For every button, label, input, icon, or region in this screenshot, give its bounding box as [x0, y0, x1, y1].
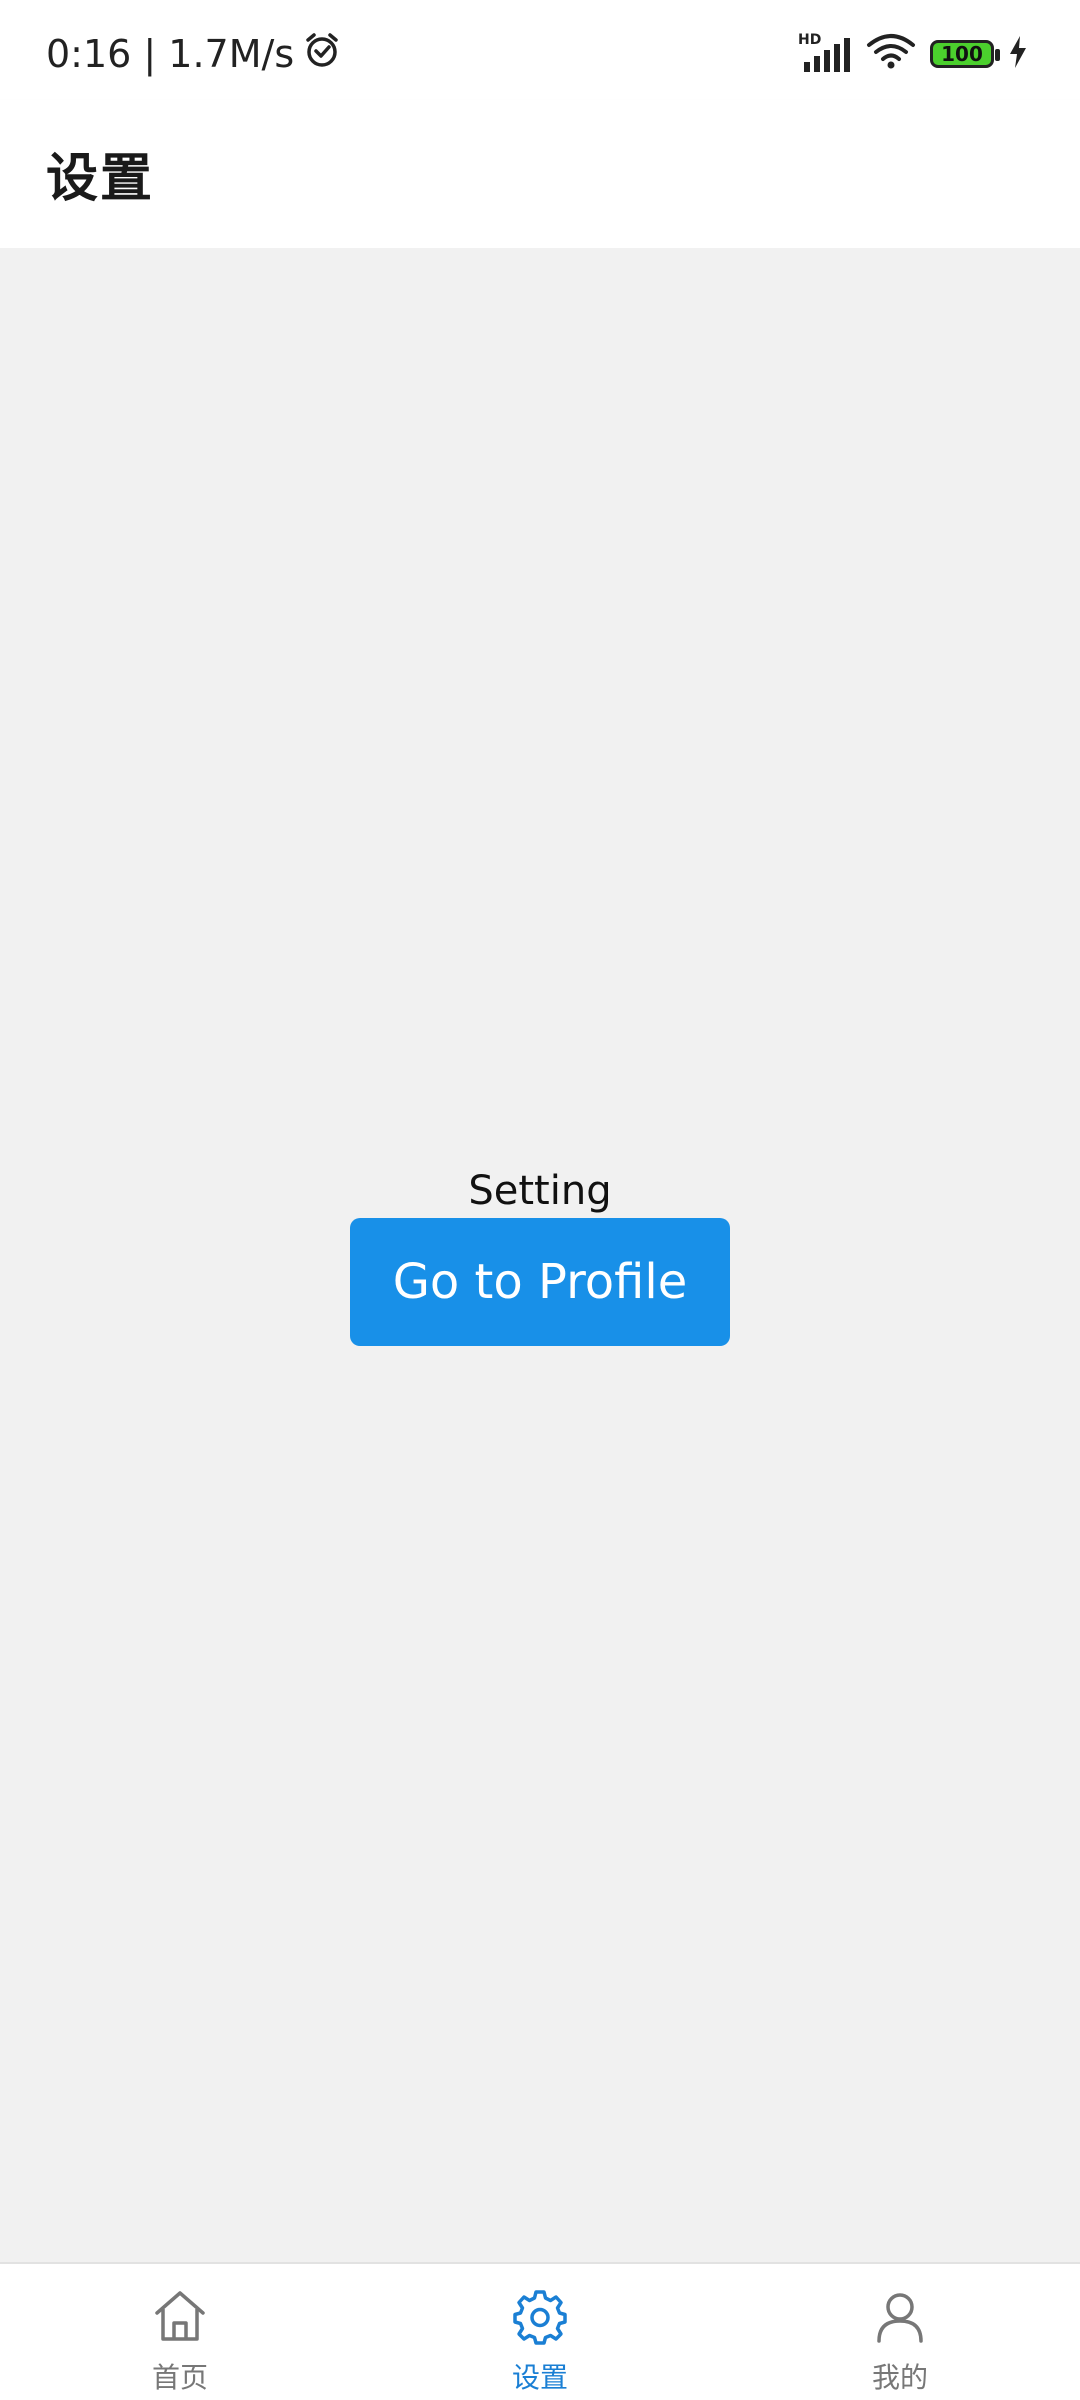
profile-icon — [870, 2286, 930, 2346]
nav-label-settings: 设置 — [511, 2361, 568, 2394]
nav-item-profile[interactable]: 我的 — [720, 2264, 1080, 2400]
status-right: HD 100 — [798, 28, 1028, 80]
battery-tip — [995, 49, 1000, 61]
app-header: 设置 — [0, 100, 1080, 248]
bottom-nav: 首页 设置 我的 — [0, 2262, 1080, 2400]
nav-item-settings[interactable]: 设置 — [360, 2264, 720, 2400]
wifi-icon — [866, 32, 916, 76]
home-icon — [150, 2286, 210, 2346]
status-bar: 0:16 | 1.7M/s HD 100 — [0, 0, 1080, 100]
signal-icon: HD — [798, 32, 852, 74]
nav-item-home[interactable]: 首页 — [0, 2264, 360, 2400]
battery-icon: 100 — [930, 40, 1000, 68]
alarm-icon — [302, 30, 342, 79]
go-to-profile-button[interactable]: Go to Profile — [350, 1218, 730, 1346]
main-content: Setting Go to Profile — [0, 248, 1080, 2262]
setting-label: Setting — [468, 1168, 612, 1214]
charging-icon — [1008, 35, 1028, 73]
nav-label-home: 首页 — [151, 2361, 208, 2394]
time-speed-text: 0:16 | 1.7M/s — [46, 32, 295, 76]
battery-level-text: 100 — [941, 42, 983, 66]
page-title: 设置 — [46, 149, 155, 209]
nav-label-profile: 我的 — [871, 2361, 928, 2394]
status-left: 0:16 | 1.7M/s — [46, 26, 342, 82]
settings-icon — [510, 2286, 570, 2346]
